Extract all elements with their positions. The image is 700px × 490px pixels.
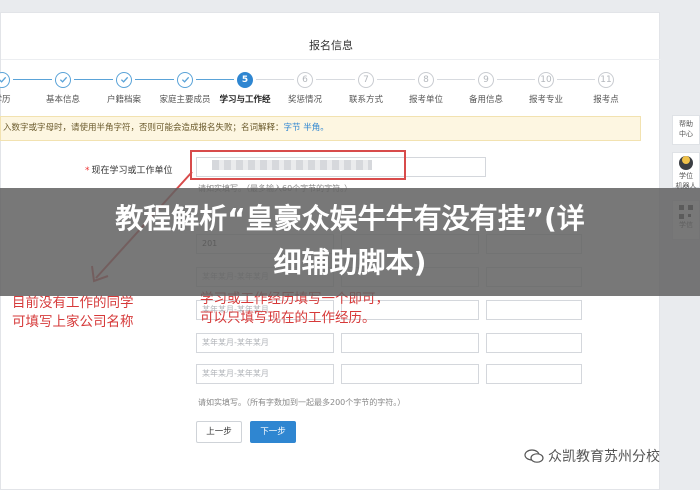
wechat-icon	[524, 449, 544, 463]
overlay-title: 教程解析“皇豪众娱牛牛有没有挂”(详 细辅助脚本)	[115, 202, 585, 279]
help-center-widget[interactable]: 帮助 中心	[672, 115, 700, 145]
robot-widget[interactable]: 学位 机器人	[672, 152, 700, 190]
watermark: 众凯教育苏州分校	[524, 446, 660, 466]
annotation-left-note: 目前没有工作的同学 可填写上家公司名称	[12, 295, 134, 330]
robot-avatar-icon	[679, 156, 693, 170]
page: 报名信息 学历基本信息户籍档案家庭主要成员5学习与工作经6奖惩情况7联系方式8报…	[0, 0, 700, 490]
